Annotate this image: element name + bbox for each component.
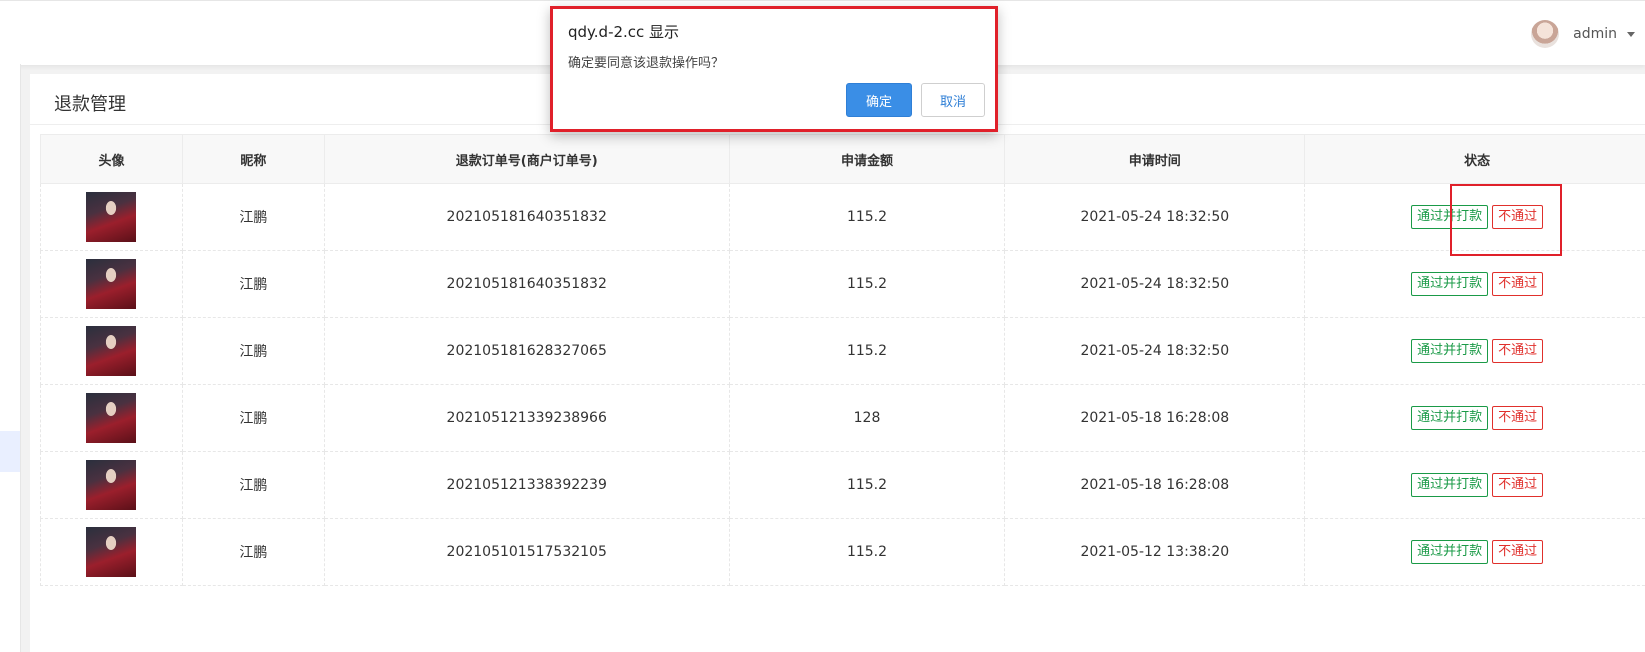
nickname-cell: 江鹏: [181, 451, 325, 519]
table-header-row: 头像 昵称 退款订单号(商户订单号) 申请金额 申请时间 状态: [40, 134, 1645, 184]
nickname-cell: 江鹏: [181, 250, 325, 318]
avatar-cell: [40, 250, 183, 318]
sidebar-active-item[interactable]: [0, 431, 20, 472]
approve-pay-button[interactable]: 通过并打款: [1411, 406, 1489, 430]
table-row: 江鹏 202105181640351832 115.2 2021-05-24 1…: [40, 250, 1645, 318]
page-title: 退款管理: [54, 94, 126, 115]
confirm-button[interactable]: 确定: [846, 83, 912, 117]
time-cell: 2021-05-12 13:38:20: [1004, 518, 1306, 586]
user-menu[interactable]: admin: [1531, 17, 1635, 51]
reject-button[interactable]: 不通过: [1492, 473, 1544, 497]
time-cell: 2021-05-24 18:32:50: [1004, 183, 1306, 251]
nickname-cell: 江鹏: [181, 518, 325, 586]
reject-button[interactable]: 不通过: [1492, 339, 1544, 363]
status-cell: 通过并打款 不通过: [1304, 250, 1645, 318]
order-no-cell: 202105181640351832: [323, 250, 730, 318]
avatar-cell: [40, 183, 183, 251]
status-cell: 通过并打款 不通过: [1304, 183, 1645, 251]
column-header-status: 状态: [1304, 134, 1645, 184]
time-cell: 2021-05-24 18:32:50: [1004, 317, 1306, 385]
caret-down-icon[interactable]: [1627, 31, 1635, 37]
refund-table: 头像 昵称 退款订单号(商户订单号) 申请金额 申请时间 状态 江鹏 20210…: [40, 134, 1645, 586]
status-cell: 通过并打款 不通过: [1304, 317, 1645, 385]
user-avatar-image: [86, 259, 137, 309]
order-no-cell: 202105181640351832: [323, 183, 730, 251]
column-header-time: 申请时间: [1004, 134, 1306, 184]
column-header-nickname: 昵称: [181, 134, 325, 184]
reject-button[interactable]: 不通过: [1492, 272, 1544, 296]
user-avatar-image: [86, 192, 137, 242]
column-header-order-no: 退款订单号(商户订单号): [323, 134, 730, 184]
nickname-cell: 江鹏: [181, 317, 325, 385]
status-cell: 通过并打款 不通过: [1304, 451, 1645, 519]
amount-cell: 115.2: [728, 183, 1006, 251]
amount-cell: 115.2: [728, 451, 1006, 519]
approve-pay-button[interactable]: 通过并打款: [1411, 473, 1489, 497]
approve-pay-button[interactable]: 通过并打款: [1411, 272, 1489, 296]
avatar-cell: [40, 384, 183, 452]
table-row: 江鹏 202105121338392239 115.2 2021-05-18 1…: [40, 451, 1645, 519]
user-avatar-image: [86, 393, 137, 443]
order-no-cell: 202105181628327065: [323, 317, 730, 385]
approve-pay-button[interactable]: 通过并打款: [1411, 540, 1489, 564]
refund-panel: 退款管理 头像 昵称 退款订单号(商户订单号) 申请金额 申请时间 状态 江鹏 …: [30, 74, 1645, 652]
sidebar: [0, 64, 21, 652]
amount-cell: 128: [728, 384, 1006, 452]
column-header-amount: 申请金额: [728, 134, 1006, 184]
dialog-message: 确定要同意该退款操作吗？: [568, 56, 725, 71]
avatar-cell: [40, 451, 183, 519]
status-cell: 通过并打款 不通过: [1304, 384, 1645, 452]
amount-cell: 115.2: [728, 518, 1006, 586]
confirm-dialog: qdy.d-2.cc 显示 确定要同意该退款操作吗？ 确定 取消: [550, 6, 998, 132]
time-cell: 2021-05-18 16:28:08: [1004, 451, 1306, 519]
avatar-cell: [40, 518, 183, 586]
nickname-cell: 江鹏: [181, 183, 325, 251]
avatar-cell: [40, 317, 183, 385]
dialog-title: qdy.d-2.cc 显示: [568, 23, 680, 41]
username[interactable]: admin: [1573, 26, 1617, 42]
amount-cell: 115.2: [728, 250, 1006, 318]
nickname-cell: 江鹏: [181, 384, 325, 452]
order-no-cell: 202105121338392239: [323, 451, 730, 519]
table-row: 江鹏 202105101517532105 115.2 2021-05-12 1…: [40, 518, 1645, 586]
status-cell: 通过并打款 不通过: [1304, 518, 1645, 586]
user-avatar-image: [86, 460, 137, 510]
user-avatar-image: [86, 527, 137, 577]
table-row: 江鹏 202105181628327065 115.2 2021-05-24 1…: [40, 317, 1645, 385]
table-row: 江鹏 202105121339238966 128 2021-05-18 16:…: [40, 384, 1645, 452]
avatar-icon[interactable]: [1531, 20, 1560, 48]
amount-cell: 115.2: [728, 317, 1006, 385]
column-header-avatar: 头像: [40, 134, 183, 184]
approve-pay-button[interactable]: 通过并打款: [1411, 205, 1489, 229]
reject-button[interactable]: 不通过: [1492, 406, 1544, 430]
user-avatar-image: [86, 326, 137, 376]
table-row: 江鹏 202105181640351832 115.2 2021-05-24 1…: [40, 183, 1645, 251]
reject-button[interactable]: 不通过: [1492, 205, 1544, 229]
cancel-button[interactable]: 取消: [921, 83, 985, 117]
approve-pay-button[interactable]: 通过并打款: [1411, 339, 1489, 363]
time-cell: 2021-05-24 18:32:50: [1004, 250, 1306, 318]
order-no-cell: 202105121339238966: [323, 384, 730, 452]
order-no-cell: 202105101517532105: [323, 518, 730, 586]
reject-button[interactable]: 不通过: [1492, 540, 1544, 564]
time-cell: 2021-05-18 16:28:08: [1004, 384, 1306, 452]
